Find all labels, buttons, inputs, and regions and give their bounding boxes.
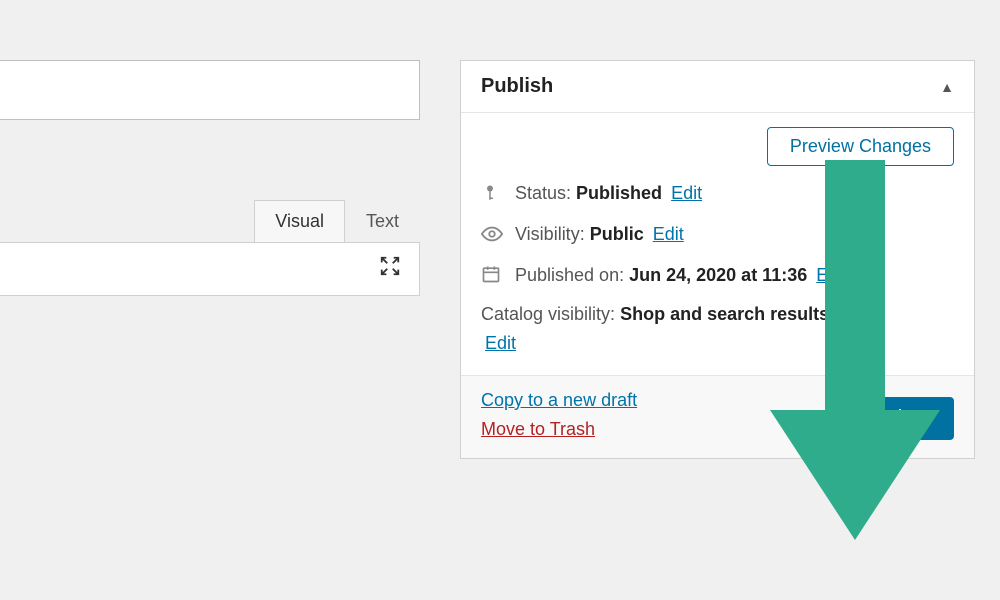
post-title-input[interactable] <box>0 60 420 120</box>
published-on-label: Published on: <box>515 265 624 285</box>
status-value: Published <box>576 183 662 203</box>
key-icon <box>481 182 503 209</box>
publish-body: Preview Changes Status: Published Edit V… <box>461 113 974 375</box>
visibility-row: Visibility: Public Edit <box>481 221 954 250</box>
update-button[interactable]: Update <box>842 397 955 440</box>
tab-text[interactable]: Text <box>345 200 420 242</box>
published-on-row: Published on: Jun 24, 2020 at 11:36 Edit <box>481 262 954 289</box>
preview-changes-button[interactable]: Preview Changes <box>767 127 954 166</box>
editor-panel: Visual Text <box>0 60 420 296</box>
published-on-edit-link[interactable]: Edit <box>816 265 847 285</box>
visibility-edit-link[interactable]: Edit <box>653 224 684 244</box>
catalog-visibility-value: Shop and search results <box>620 304 829 324</box>
publish-heading: Publish <box>481 75 553 98</box>
calendar-icon <box>481 264 503 289</box>
status-edit-link[interactable]: Edit <box>671 183 702 203</box>
published-on-value: Jun 24, 2020 at 11:36 <box>629 265 807 285</box>
move-to-trash-link[interactable]: Move to Trash <box>481 419 637 440</box>
catalog-visibility-label: Catalog visibility: <box>481 304 615 324</box>
fullscreen-icon[interactable] <box>379 255 401 283</box>
status-row: Status: Published Edit <box>481 180 954 209</box>
eye-icon <box>481 223 503 250</box>
visibility-label: Visibility: <box>515 224 585 244</box>
status-label: Status: <box>515 183 571 203</box>
tab-visual[interactable]: Visual <box>254 200 345 242</box>
catalog-visibility-row: Catalog visibility: Shop and search resu… <box>481 301 954 357</box>
copy-to-new-draft-link[interactable]: Copy to a new draft <box>481 390 637 411</box>
collapse-toggle-icon[interactable]: ▲ <box>940 79 954 95</box>
editor-tabs: Visual Text <box>0 200 420 243</box>
publish-footer: Copy to a new draft Move to Trash Update <box>461 375 974 458</box>
visibility-value: Public <box>590 224 644 244</box>
catalog-visibility-edit-link[interactable]: Edit <box>485 330 954 357</box>
editor-toolbar <box>0 243 420 296</box>
publish-header[interactable]: Publish ▲ <box>461 61 974 113</box>
publish-metabox: Publish ▲ Preview Changes Status: Publis… <box>460 60 975 459</box>
